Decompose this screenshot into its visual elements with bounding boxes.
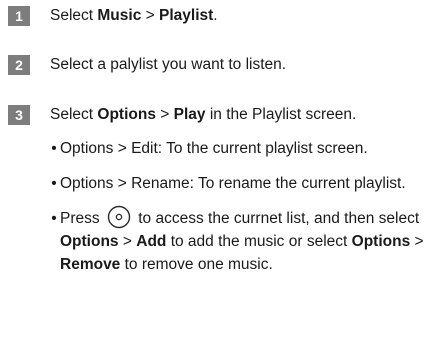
menu-playlist: Playlist (159, 7, 214, 24)
ok-button-icon (107, 205, 131, 229)
step-number: 3 (8, 105, 30, 125)
menu-remove: Remove (60, 256, 121, 273)
bullet-rename: • Options > Rename: To rename the curren… (50, 172, 440, 195)
step-text: Select a palylist you want to listen. (50, 56, 287, 73)
step-2: 2 Select a palylist you want to listen. (8, 55, 286, 75)
menu-music: Music (97, 7, 142, 24)
step-number: 2 (8, 55, 30, 75)
bullet-dot: • (51, 175, 57, 192)
menu-options: Options (351, 233, 411, 250)
step-text: Select Options > Play in the Playlist sc… (50, 106, 357, 123)
menu-options: Options (60, 233, 119, 250)
menu-add: Add (136, 233, 167, 250)
bullet-dot: • (51, 140, 57, 157)
step-text: Select Music > Playlist. (50, 7, 218, 24)
option-bullet-list: • Options > Edit: To the current playlis… (50, 137, 440, 288)
step-1: 1 Select Music > Playlist. (8, 6, 218, 26)
menu-play: Play (173, 106, 206, 123)
bullet-press-ok: • Press to access the currnet list, and … (50, 205, 440, 276)
step-number: 1 (8, 6, 30, 26)
step-3: 3 Select Options > Play in the Playlist … (8, 105, 356, 125)
bullet-dot: • (51, 210, 57, 227)
menu-options: Options (97, 106, 156, 123)
bullet-edit: • Options > Edit: To the current playlis… (50, 137, 440, 160)
